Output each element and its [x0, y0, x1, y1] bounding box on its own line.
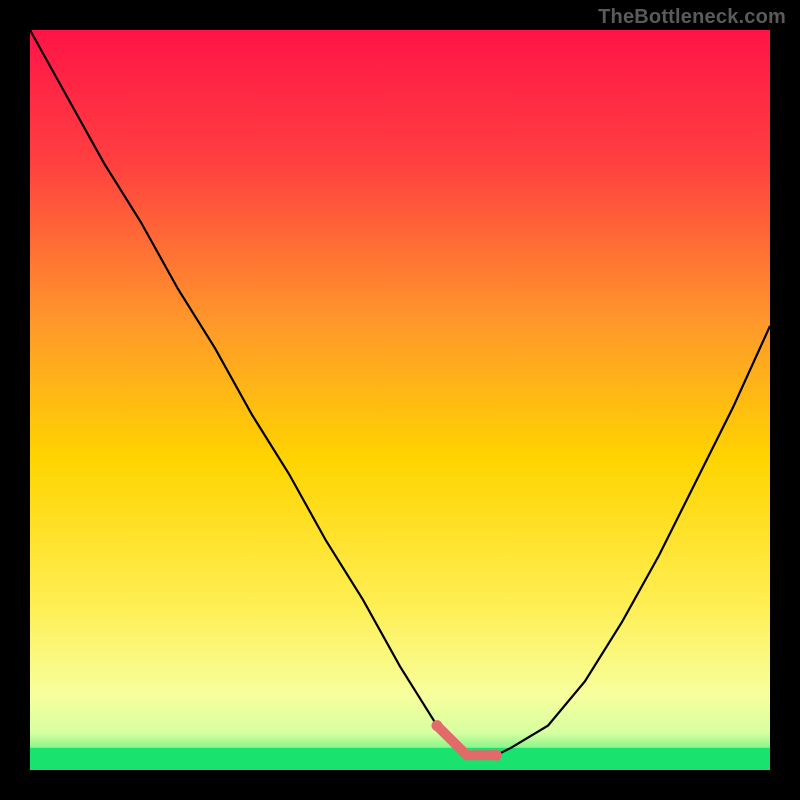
gradient-background: [30, 30, 770, 770]
optimal-marker-dot: [491, 750, 502, 761]
chart-frame: [30, 30, 770, 770]
chart-plot: [30, 30, 770, 770]
optimal-marker-dot: [432, 720, 443, 731]
attribution-watermark: TheBottleneck.com: [598, 6, 786, 29]
optimal-zone-band: [30, 748, 770, 770]
